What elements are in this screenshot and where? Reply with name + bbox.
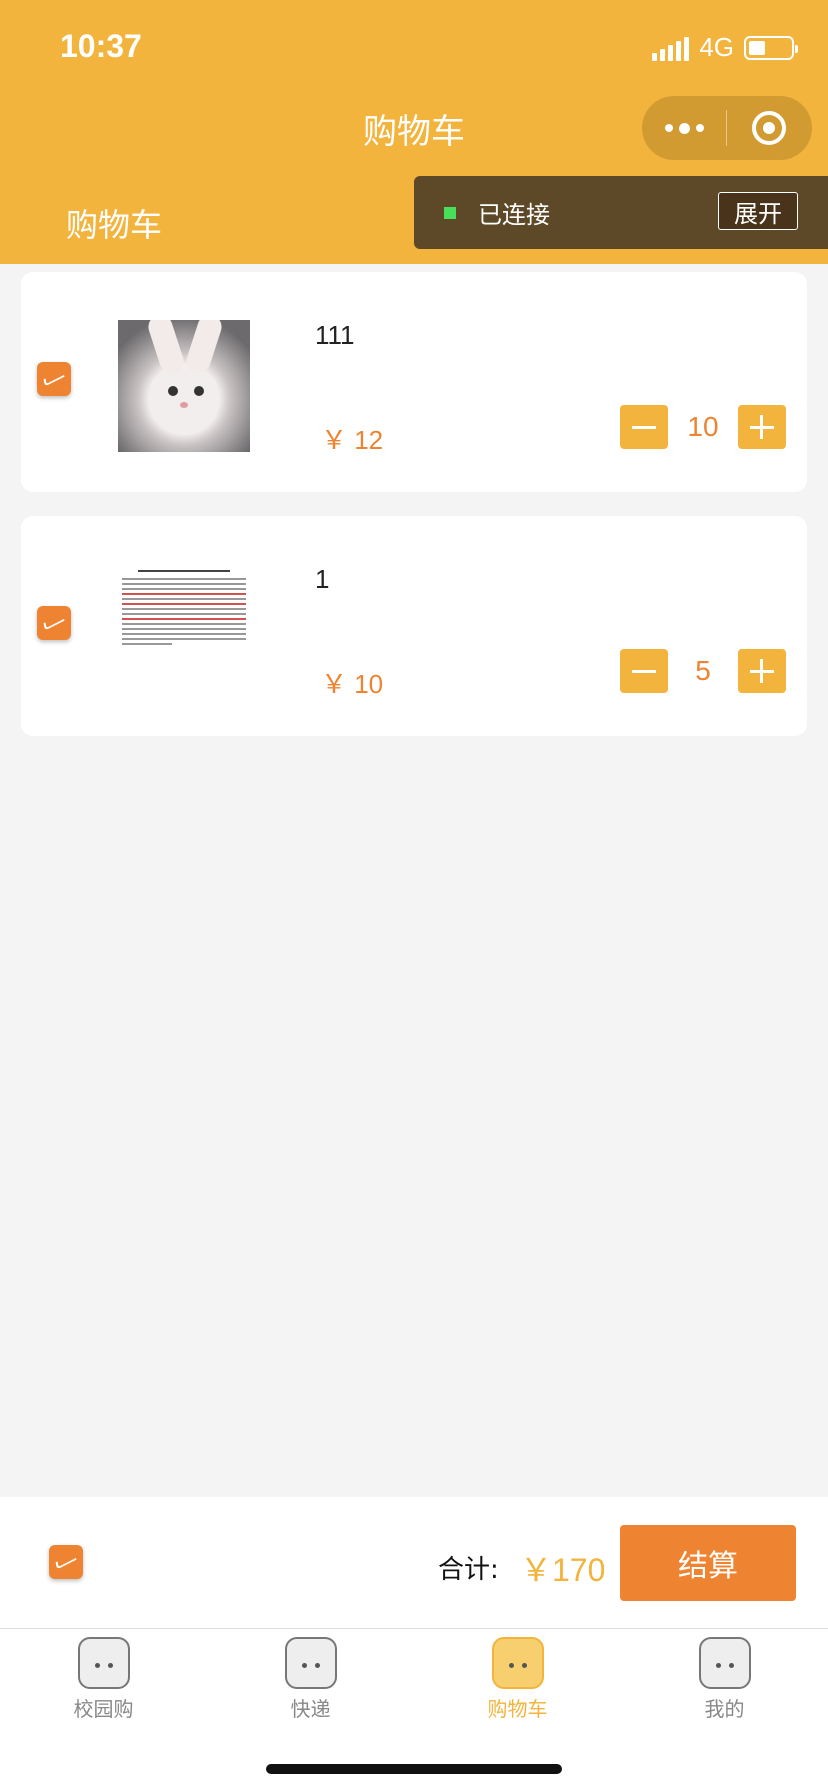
cart-item: 1 ￥ 10 5 xyxy=(21,516,807,736)
product-name: 1 xyxy=(315,564,330,594)
tab-label: 我的 xyxy=(704,1697,745,1721)
checkout-button[interactable]: 结算 xyxy=(620,1525,796,1601)
tab-label: 校园购 xyxy=(73,1697,134,1721)
increase-button[interactable] xyxy=(738,405,786,449)
status-indicators: 4G xyxy=(652,32,798,63)
target-icon xyxy=(752,111,786,145)
status-time: 10:37 xyxy=(60,28,142,64)
quantity-value[interactable]: 5 xyxy=(668,655,738,687)
express-icon xyxy=(284,1637,337,1689)
product-image[interactable] xyxy=(118,564,250,696)
home-indicator xyxy=(266,1764,562,1774)
quantity-value[interactable]: 10 xyxy=(668,411,738,443)
product-price: ￥ 10 xyxy=(321,669,384,699)
cart-heading: 购物车 xyxy=(66,206,163,244)
quantity-stepper: 10 xyxy=(620,405,786,449)
tab-label: 购物车 xyxy=(487,1697,548,1721)
total-value: ￥170 xyxy=(520,1552,606,1588)
tab-campus-shop[interactable]: 校园购 xyxy=(0,1629,207,1792)
close-mini-program-button[interactable] xyxy=(727,96,811,160)
mini-program-capsule xyxy=(642,96,812,160)
decrease-button[interactable] xyxy=(620,405,668,449)
profile-icon xyxy=(698,1637,751,1689)
battery-icon xyxy=(744,35,798,60)
connected-indicator-icon xyxy=(444,206,456,219)
total-label: 合计: xyxy=(438,1555,499,1585)
dot-icon xyxy=(664,124,673,132)
dot-icon xyxy=(695,124,704,132)
tab-label: 快递 xyxy=(290,1697,331,1721)
quantity-stepper: 5 xyxy=(620,649,786,693)
cart-icon xyxy=(491,1637,544,1689)
select-all-checkbox-icon[interactable] xyxy=(49,1545,83,1579)
connection-banner: 已连接 展开 xyxy=(414,176,828,249)
tab-profile[interactable]: 我的 xyxy=(621,1629,828,1792)
network-type: 4G xyxy=(699,32,734,62)
checkbox-checked-icon[interactable] xyxy=(37,606,71,640)
campus-shop-icon xyxy=(77,1637,130,1689)
more-menu-button[interactable] xyxy=(642,96,726,160)
checkout-footer: 合计: ￥170 结算 xyxy=(0,1497,828,1628)
checkbox-checked-icon[interactable] xyxy=(37,362,71,396)
connection-status: 已连接 xyxy=(478,201,550,229)
product-price: ￥ 12 xyxy=(321,425,384,455)
product-image[interactable] xyxy=(118,320,250,452)
signal-icon xyxy=(652,35,690,61)
increase-button[interactable] xyxy=(738,649,786,693)
expand-button[interactable]: 展开 xyxy=(718,192,798,230)
dot-icon xyxy=(678,122,690,134)
decrease-button[interactable] xyxy=(620,649,668,693)
product-name: 111 xyxy=(315,320,355,350)
cart-item: 111 ￥ 12 10 xyxy=(21,272,807,492)
